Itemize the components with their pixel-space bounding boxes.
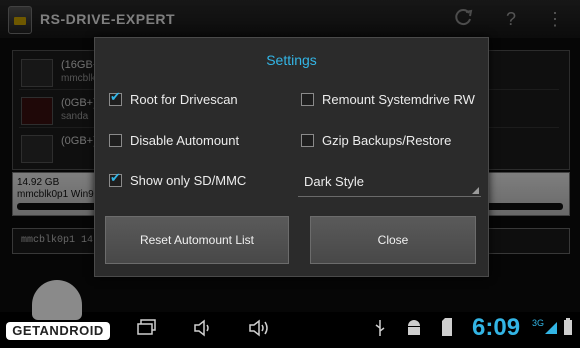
usb-icon	[372, 318, 388, 342]
root-drivescan-checkbox[interactable]: Root for Drivescan	[109, 89, 238, 107]
checkbox-unchecked-icon	[301, 93, 314, 106]
checkbox-label: Remount Systemdrive RW	[322, 92, 475, 107]
disable-automount-checkbox[interactable]: Disable Automount	[109, 133, 239, 148]
checkbox-unchecked-icon	[109, 134, 122, 147]
clock: 6:09	[472, 314, 521, 341]
dialog-title: Settings	[266, 52, 317, 68]
checkbox-label: Root for Drivescan	[130, 92, 238, 107]
dropdown-arrow-icon	[472, 187, 479, 194]
reset-automount-button[interactable]: Reset Automount List	[105, 216, 289, 264]
settings-dialog: Settings Root for Drivescan Remount Syst…	[94, 37, 489, 277]
remount-systemdrive-checkbox[interactable]: Remount Systemdrive RW	[301, 92, 475, 107]
recent-apps-icon[interactable]	[132, 318, 162, 342]
checkbox-checked-icon	[109, 170, 122, 187]
android-robot-icon	[32, 280, 82, 320]
signal-icon	[544, 318, 558, 342]
checkbox-unchecked-icon	[301, 134, 314, 147]
network-type: 3G	[532, 318, 545, 328]
volume-down-icon[interactable]	[190, 318, 216, 342]
style-dropdown[interactable]: Dark Style	[298, 166, 481, 197]
volume-up-icon[interactable]	[246, 318, 272, 342]
checkbox-checked-icon	[109, 89, 122, 106]
show-only-sd-checkbox[interactable]: Show only SD/MMC	[109, 170, 247, 188]
close-button[interactable]: Close	[310, 216, 476, 264]
sd-card-status-icon	[440, 318, 454, 342]
watermark-text: GETANDROID	[6, 322, 110, 340]
checkbox-label: Disable Automount	[130, 133, 240, 148]
style-dropdown-value: Dark Style	[304, 174, 364, 189]
watermark-logo: GETANDROID	[6, 280, 110, 344]
android-debug-icon	[404, 318, 424, 342]
battery-icon	[562, 318, 574, 342]
checkbox-label: Gzip Backups/Restore	[322, 133, 452, 148]
gzip-backups-checkbox[interactable]: Gzip Backups/Restore	[301, 133, 451, 148]
checkbox-label: Show only SD/MMC	[130, 173, 247, 188]
